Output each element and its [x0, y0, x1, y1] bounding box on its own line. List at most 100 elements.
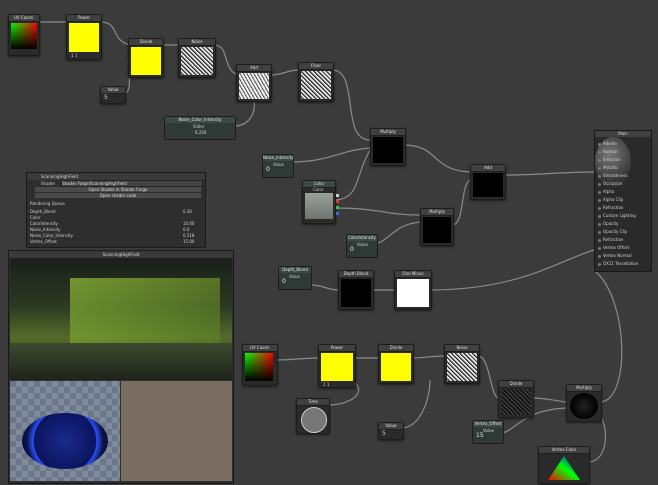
property-value[interactable]: 15.00	[183, 239, 194, 244]
value-field[interactable]: 15	[473, 432, 484, 439]
shader-label: Shader	[41, 181, 56, 186]
port-dot-icon[interactable]	[598, 166, 601, 170]
property-name: Vertex_Offset	[30, 239, 57, 244]
divide-node[interactable]: Divide	[128, 38, 164, 78]
port-dot-icon[interactable]	[598, 230, 601, 234]
slider-value[interactable]: 0.250	[195, 130, 206, 135]
power-node-bottom[interactable]: Power 1 1	[318, 344, 356, 388]
output-port[interactable]: Alpha Clip	[598, 197, 623, 202]
color-intensity-node[interactable]: ColorIntensity Value 0	[346, 234, 378, 258]
b-port-icon[interactable]	[336, 212, 339, 215]
vertex-color-node[interactable]: Vertex Color	[538, 446, 590, 484]
output-port-label: Opacity	[603, 221, 619, 226]
output-port[interactable]: Vertex Normal	[598, 253, 632, 258]
output-port-label: Smoothness	[603, 173, 628, 178]
port-dot-icon[interactable]	[598, 158, 601, 162]
open-shader-code-button[interactable]: Open shader code	[35, 193, 201, 198]
r-port-icon[interactable]	[336, 200, 339, 203]
one-minus-node[interactable]: One Minus	[394, 270, 432, 310]
value-field[interactable]: 5	[382, 430, 386, 437]
noise-node[interactable]: Noise	[178, 38, 216, 78]
floor-node[interactable]: Floor	[298, 62, 334, 102]
output-port[interactable]: Refraction	[598, 237, 623, 242]
port-dot-icon[interactable]	[598, 142, 601, 146]
port-dot-icon[interactable]	[598, 174, 601, 178]
g-port-icon[interactable]	[336, 206, 339, 209]
depth-blend-prop-node[interactable]: Depth_Blend Value 0	[278, 266, 312, 290]
time-node[interactable]: Time	[296, 398, 330, 434]
property-value[interactable]: 0.518	[183, 233, 194, 238]
property-value[interactable]: 0.30	[183, 209, 192, 214]
add-node[interactable]: Add	[236, 64, 272, 102]
vertex-offset-node[interactable]: Vertex_Offset Value 15	[472, 420, 504, 444]
output-port[interactable]: Emission	[598, 157, 621, 162]
output-port[interactable]: Alpha	[598, 189, 614, 194]
uv-gradient-swatch	[245, 353, 273, 381]
port-dot-icon[interactable]	[598, 198, 601, 202]
noise-preview	[447, 353, 477, 381]
add-node-mid[interactable]: Add	[470, 164, 506, 200]
uv-coord-node-bottom[interactable]: UV Coord.	[242, 344, 278, 386]
port-dot-icon[interactable]	[598, 246, 601, 250]
multiply-node-a[interactable]: Multiply	[370, 128, 406, 166]
node-title: Power	[67, 15, 101, 22]
port-dot-icon[interactable]	[598, 222, 601, 226]
power-node[interactable]: Power 1 1	[66, 14, 102, 60]
preview-bg	[121, 381, 232, 481]
value-node[interactable]: Value 5	[100, 86, 126, 104]
output-port[interactable]: Metallic	[598, 165, 618, 170]
multiply-node-c[interactable]: Multiply	[566, 384, 602, 422]
port-dot-icon[interactable]	[598, 206, 601, 210]
output-port[interactable]: Smoothness	[598, 173, 628, 178]
noise-intensity-node[interactable]: Noise_Intensity Value 0	[262, 154, 294, 178]
output-port[interactable]: DX11 Tessellation	[598, 261, 638, 266]
rgba-port-icon[interactable]	[336, 194, 339, 197]
output-port[interactable]: Custom Lighting	[598, 213, 636, 218]
depth-blend-node[interactable]: Depth Blend	[338, 270, 374, 310]
multiply-node-b[interactable]: Multiply	[420, 208, 454, 246]
port-dot-icon[interactable]	[598, 214, 601, 218]
node-title: Value	[379, 423, 403, 430]
output-port[interactable]: Normal	[598, 149, 617, 154]
node-graph-canvas[interactable]: UV Coord. Power 1 1 Divide Noise Add Flo…	[0, 0, 658, 485]
value-field[interactable]: 0	[279, 278, 286, 285]
property-value[interactable]: 0.0	[183, 227, 189, 232]
main-output-node[interactable]: Main Albedo Normal Emission Metallic Smoothn…	[594, 130, 652, 272]
output-port[interactable]: Refraction	[598, 205, 623, 210]
node-title: Add	[471, 165, 505, 172]
value-field[interactable]: 5	[104, 94, 108, 101]
output-port[interactable]: Albedo	[598, 141, 617, 146]
output-port[interactable]: Opacity Clip	[598, 229, 627, 234]
divide-node-small[interactable]: Divide	[498, 380, 534, 418]
noise-node-bottom[interactable]: Noise	[444, 344, 480, 384]
output-port[interactable]: Opacity	[598, 221, 618, 226]
checker-preview	[10, 381, 120, 481]
noise-color-intensity-node[interactable]: Noise_Color_Intensity Slider 0.250	[164, 116, 236, 140]
property-value[interactable]: 10.00	[183, 221, 194, 226]
port-dot-icon[interactable]	[598, 262, 601, 266]
property-name: Color	[30, 215, 41, 220]
port-dot-icon[interactable]	[598, 182, 601, 186]
open-shader-forge-button[interactable]: Open Shader in Shader Forge	[35, 187, 201, 192]
output-port-label: Alpha Clip	[603, 197, 624, 202]
output-port[interactable]: Vertex Offset	[598, 245, 629, 250]
power-ports: 1 1	[323, 382, 330, 387]
output-port[interactable]: Occlusion	[598, 181, 622, 186]
property-name: Depth_Blend	[30, 209, 56, 214]
divide-node-bottom[interactable]: Divide	[378, 344, 414, 384]
color-node[interactable]: Color Color	[302, 180, 339, 224]
output-port-label: Vertex Normal	[603, 253, 632, 258]
port-dot-icon[interactable]	[598, 254, 601, 258]
property-name: Noise_Intensity	[30, 227, 61, 232]
black-preview	[423, 217, 451, 243]
node-title: Noise	[179, 39, 215, 46]
uv-coord-node[interactable]: UV Coord.	[8, 14, 40, 56]
port-dot-icon[interactable]	[598, 150, 601, 154]
node-subtitle: Value	[273, 162, 284, 167]
port-dot-icon[interactable]	[598, 190, 601, 194]
value-field[interactable]: 0	[263, 166, 270, 173]
value-field[interactable]: 0	[347, 246, 354, 253]
value-node-bottom[interactable]: Value 5	[378, 422, 404, 440]
port-dot-icon[interactable]	[598, 238, 601, 242]
shader-dropdown[interactable]: Shader Forge/ScanningHighField	[61, 180, 203, 187]
